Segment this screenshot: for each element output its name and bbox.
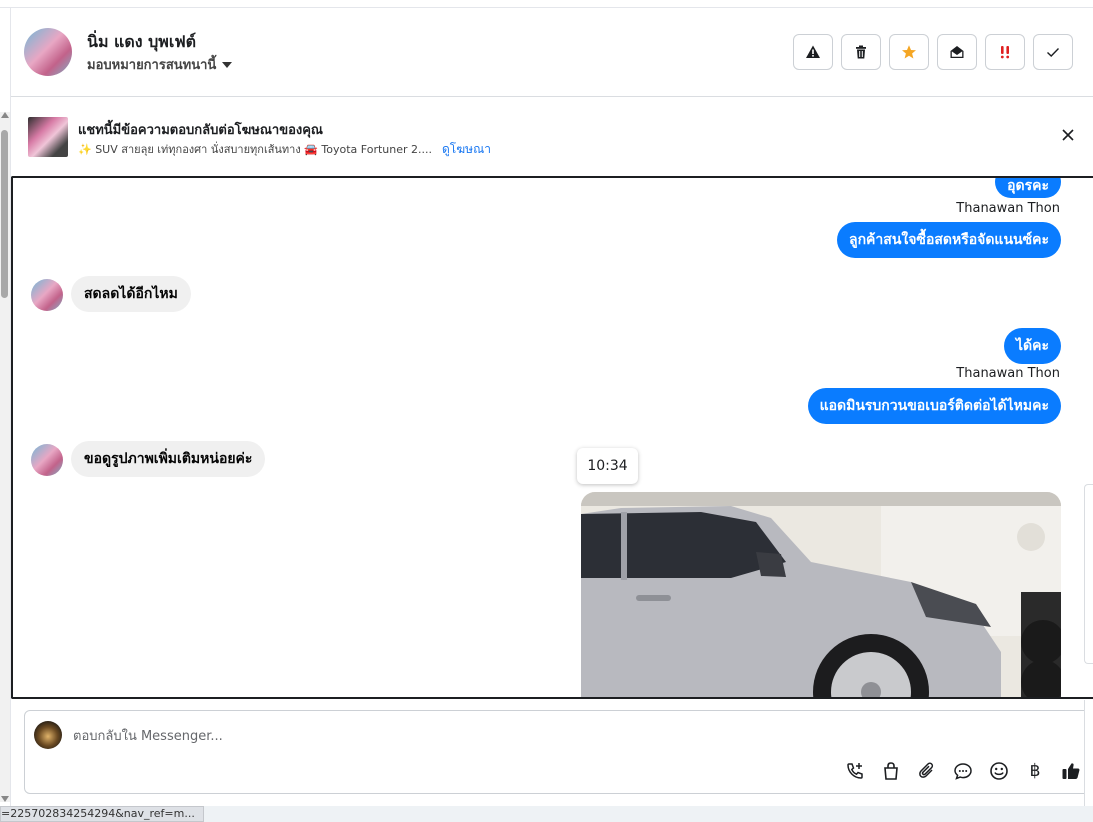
ad-thumbnail[interactable]: [28, 117, 68, 157]
assign-label: มอบหมายการสนทนานี้: [87, 58, 217, 73]
caret-down-icon: [222, 61, 233, 68]
message-in[interactable]: สดลดได้อีกไหม: [71, 276, 191, 312]
ad-banner-subtitle: ✨ SUV สายลุย เท่ทุกองศา นั่งสบายทุกเส้นท…: [78, 140, 491, 159]
saved-replies-button[interactable]: [951, 759, 975, 783]
page-scrollbar[interactable]: [0, 112, 10, 802]
scrollbar-thumb[interactable]: [1, 130, 8, 298]
sender-name: Thanawan Thon: [956, 201, 1060, 216]
conversation-header: นิ่ม แดง บุพเฟต์ มอบหมายการสนทนานี้: [11, 8, 1093, 97]
header-actions: [793, 34, 1073, 70]
trash-icon: [856, 45, 866, 59]
status-bar-url: =225702834254294&nav_ref=m...: [0, 806, 204, 822]
contact-avatar-small[interactable]: [31, 444, 63, 476]
message-timestamp-tooltip: 10:34: [577, 448, 638, 484]
contact-avatar-small[interactable]: [31, 279, 63, 311]
side-panel-edge: [1084, 484, 1093, 664]
page-avatar: [34, 721, 62, 749]
delete-button[interactable]: [841, 34, 881, 70]
view-ad-link[interactable]: ดูโฆษณา: [442, 140, 491, 159]
call-button[interactable]: [843, 759, 867, 783]
side-panel-edge-lower: [1084, 700, 1093, 818]
ad-description: ✨ SUV สายลุย เท่ทุกองศา นั่งสบายทุกเส้นท…: [78, 143, 433, 156]
shopping-bag-icon: [884, 762, 898, 780]
top-strip: [0, 0, 1093, 8]
like-button[interactable]: [1059, 759, 1083, 783]
message-out[interactable]: แอดมินรบกวนขอเบอร์ติดต่อได้ไหมคะ: [807, 388, 1061, 424]
car-photo-attachment[interactable]: [581, 492, 1061, 697]
emoji-button[interactable]: [987, 759, 1011, 783]
warning-icon: [806, 45, 820, 58]
message-thread[interactable]: อุดรคะ Thanawan Thon ลูกค้าสนใจซื้อสดหรื…: [11, 176, 1093, 699]
exclamation-icon: [1000, 46, 1010, 59]
star-button[interactable]: [889, 34, 929, 70]
assign-conversation-dropdown[interactable]: มอบหมายการสนทนานี้: [87, 54, 233, 75]
contact-name[interactable]: นิ่ม แดง บุพเฟต์: [87, 30, 196, 55]
mark-important-button[interactable]: [985, 34, 1025, 70]
reply-input[interactable]: [73, 725, 773, 747]
open-envelope-icon: [950, 46, 964, 58]
reply-composer: ฿: [24, 710, 1090, 794]
mark-done-button[interactable]: [1033, 34, 1073, 70]
close-icon[interactable]: [1061, 128, 1075, 142]
message-out[interactable]: อุดรคะ: [995, 178, 1061, 198]
scroll-up-icon[interactable]: [1, 112, 9, 118]
chat-bubble-icon: [954, 763, 972, 780]
ad-reply-banner: แชทนี้มีข้อความตอบกลับต่อโฆษณาของคุณ ✨ S…: [11, 98, 1093, 176]
attach-button[interactable]: [915, 759, 939, 783]
smiley-icon: [990, 762, 1008, 780]
report-spam-button[interactable]: [793, 34, 833, 70]
message-out[interactable]: ลูกค้าสนใจซื้อสดหรือจัดแนนซ์คะ: [837, 222, 1061, 258]
mark-unread-button[interactable]: [937, 34, 977, 70]
star-icon: [902, 45, 916, 59]
composer-tools: ฿: [843, 759, 1083, 783]
scroll-down-icon[interactable]: [1, 796, 9, 802]
contact-avatar[interactable]: [24, 28, 72, 76]
phone-plus-icon: [847, 763, 863, 779]
paperclip-icon: [919, 762, 934, 778]
sender-name: Thanawan Thon: [956, 366, 1060, 381]
ad-banner-title: แชทนี้มีข้อความตอบกลับต่อโฆษณาของคุณ: [78, 123, 323, 138]
payment-button[interactable]: ฿: [1023, 759, 1047, 783]
check-icon: [1047, 48, 1060, 57]
thumbs-up-icon: [1062, 763, 1080, 779]
car-photo-image: [581, 492, 1061, 697]
shop-button[interactable]: [879, 759, 903, 783]
message-in[interactable]: ขอดูรูปภาพเพิ่มเติมหน่อยค่ะ: [71, 441, 266, 477]
message-out[interactable]: ได้คะ: [1003, 328, 1061, 364]
